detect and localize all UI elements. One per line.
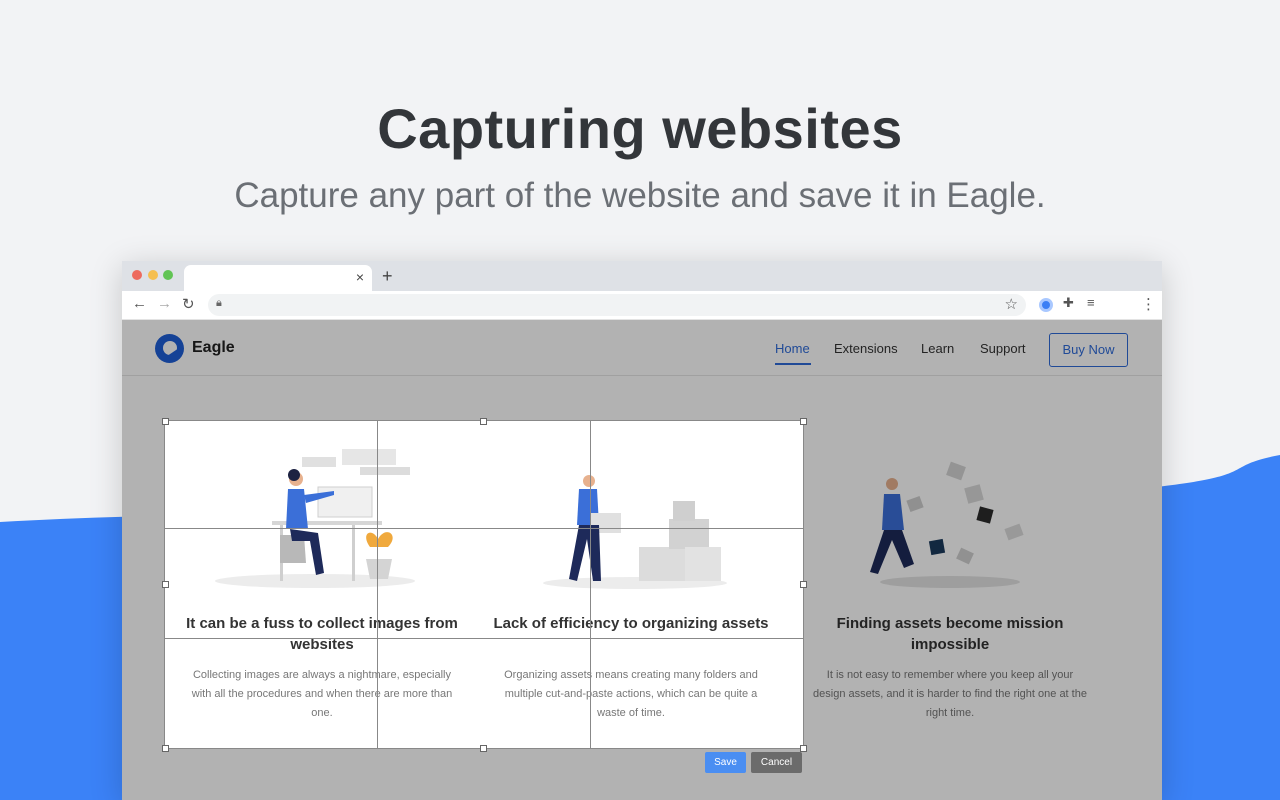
lock-icon: 🔒︎ <box>216 297 222 309</box>
grid-guide-line <box>165 638 803 639</box>
new-tab-icon[interactable]: + <box>382 266 393 287</box>
maximize-window-button[interactable] <box>163 270 173 280</box>
tab-close-icon[interactable]: × <box>356 269 364 285</box>
more-icon[interactable]: ⋮ <box>1141 295 1156 313</box>
illustration-collecting <box>215 449 415 588</box>
eagle-extension-icon[interactable] <box>1039 298 1053 312</box>
card-text: Organizing assets means creating many fo… <box>504 669 758 719</box>
card-title: Lack of efficiency to organizing assets <box>493 615 769 632</box>
resize-handle-top-left[interactable] <box>162 418 169 425</box>
resize-handle-left[interactable] <box>162 581 169 588</box>
browser-tab[interactable]: × <box>184 265 372 291</box>
card-title: It can be a fuss to collect images from … <box>186 615 458 653</box>
browser-toolbar: ← → ↻ 🔒︎ ☆ ✚ ≡ ⋮ <box>122 291 1162 320</box>
close-window-button[interactable] <box>132 270 142 280</box>
cancel-capture-button[interactable]: Cancel <box>751 752 802 773</box>
address-bar[interactable]: 🔒︎ ☆ <box>208 294 1026 316</box>
tab-bar: × + <box>122 261 1162 291</box>
reading-list-icon[interactable]: ≡ <box>1087 295 1095 310</box>
reload-icon[interactable]: ↻ <box>182 295 195 313</box>
hero-title: Capturing websites <box>377 97 903 160</box>
resize-handle-bottom-left[interactable] <box>162 745 169 752</box>
bookmark-star-icon[interactable]: ☆ <box>1005 295 1018 313</box>
save-capture-button[interactable]: Save <box>705 752 746 773</box>
grid-guide-line <box>377 421 378 748</box>
web-page: Eagle Home Extensions Learn Support Buy … <box>122 320 1162 800</box>
resize-handle-top[interactable] <box>480 418 487 425</box>
grid-guide-line <box>165 528 803 529</box>
resize-handle-top-right[interactable] <box>800 418 807 425</box>
card-text: Collecting images are always a nightmare… <box>191 669 453 719</box>
back-icon[interactable]: ← <box>132 295 147 312</box>
resize-handle-right[interactable] <box>800 581 807 588</box>
minimize-window-button[interactable] <box>148 270 158 280</box>
resize-handle-bottom-right[interactable] <box>800 745 807 752</box>
resize-handle-bottom[interactable] <box>480 745 487 752</box>
capture-selection[interactable]: It can be a fuss to collect images from … <box>165 421 803 748</box>
forward-icon[interactable]: → <box>157 295 172 312</box>
browser-window: × + ← → ↻ 🔒︎ ☆ ✚ ≡ ⋮ Eagle Home Extensio… <box>122 261 1162 800</box>
hero-subtitle: Capture any part of the website and save… <box>234 176 1046 215</box>
grid-guide-line <box>590 421 591 748</box>
illustration-organizing <box>543 475 727 589</box>
puzzle-icon[interactable]: ✚ <box>1063 295 1074 311</box>
